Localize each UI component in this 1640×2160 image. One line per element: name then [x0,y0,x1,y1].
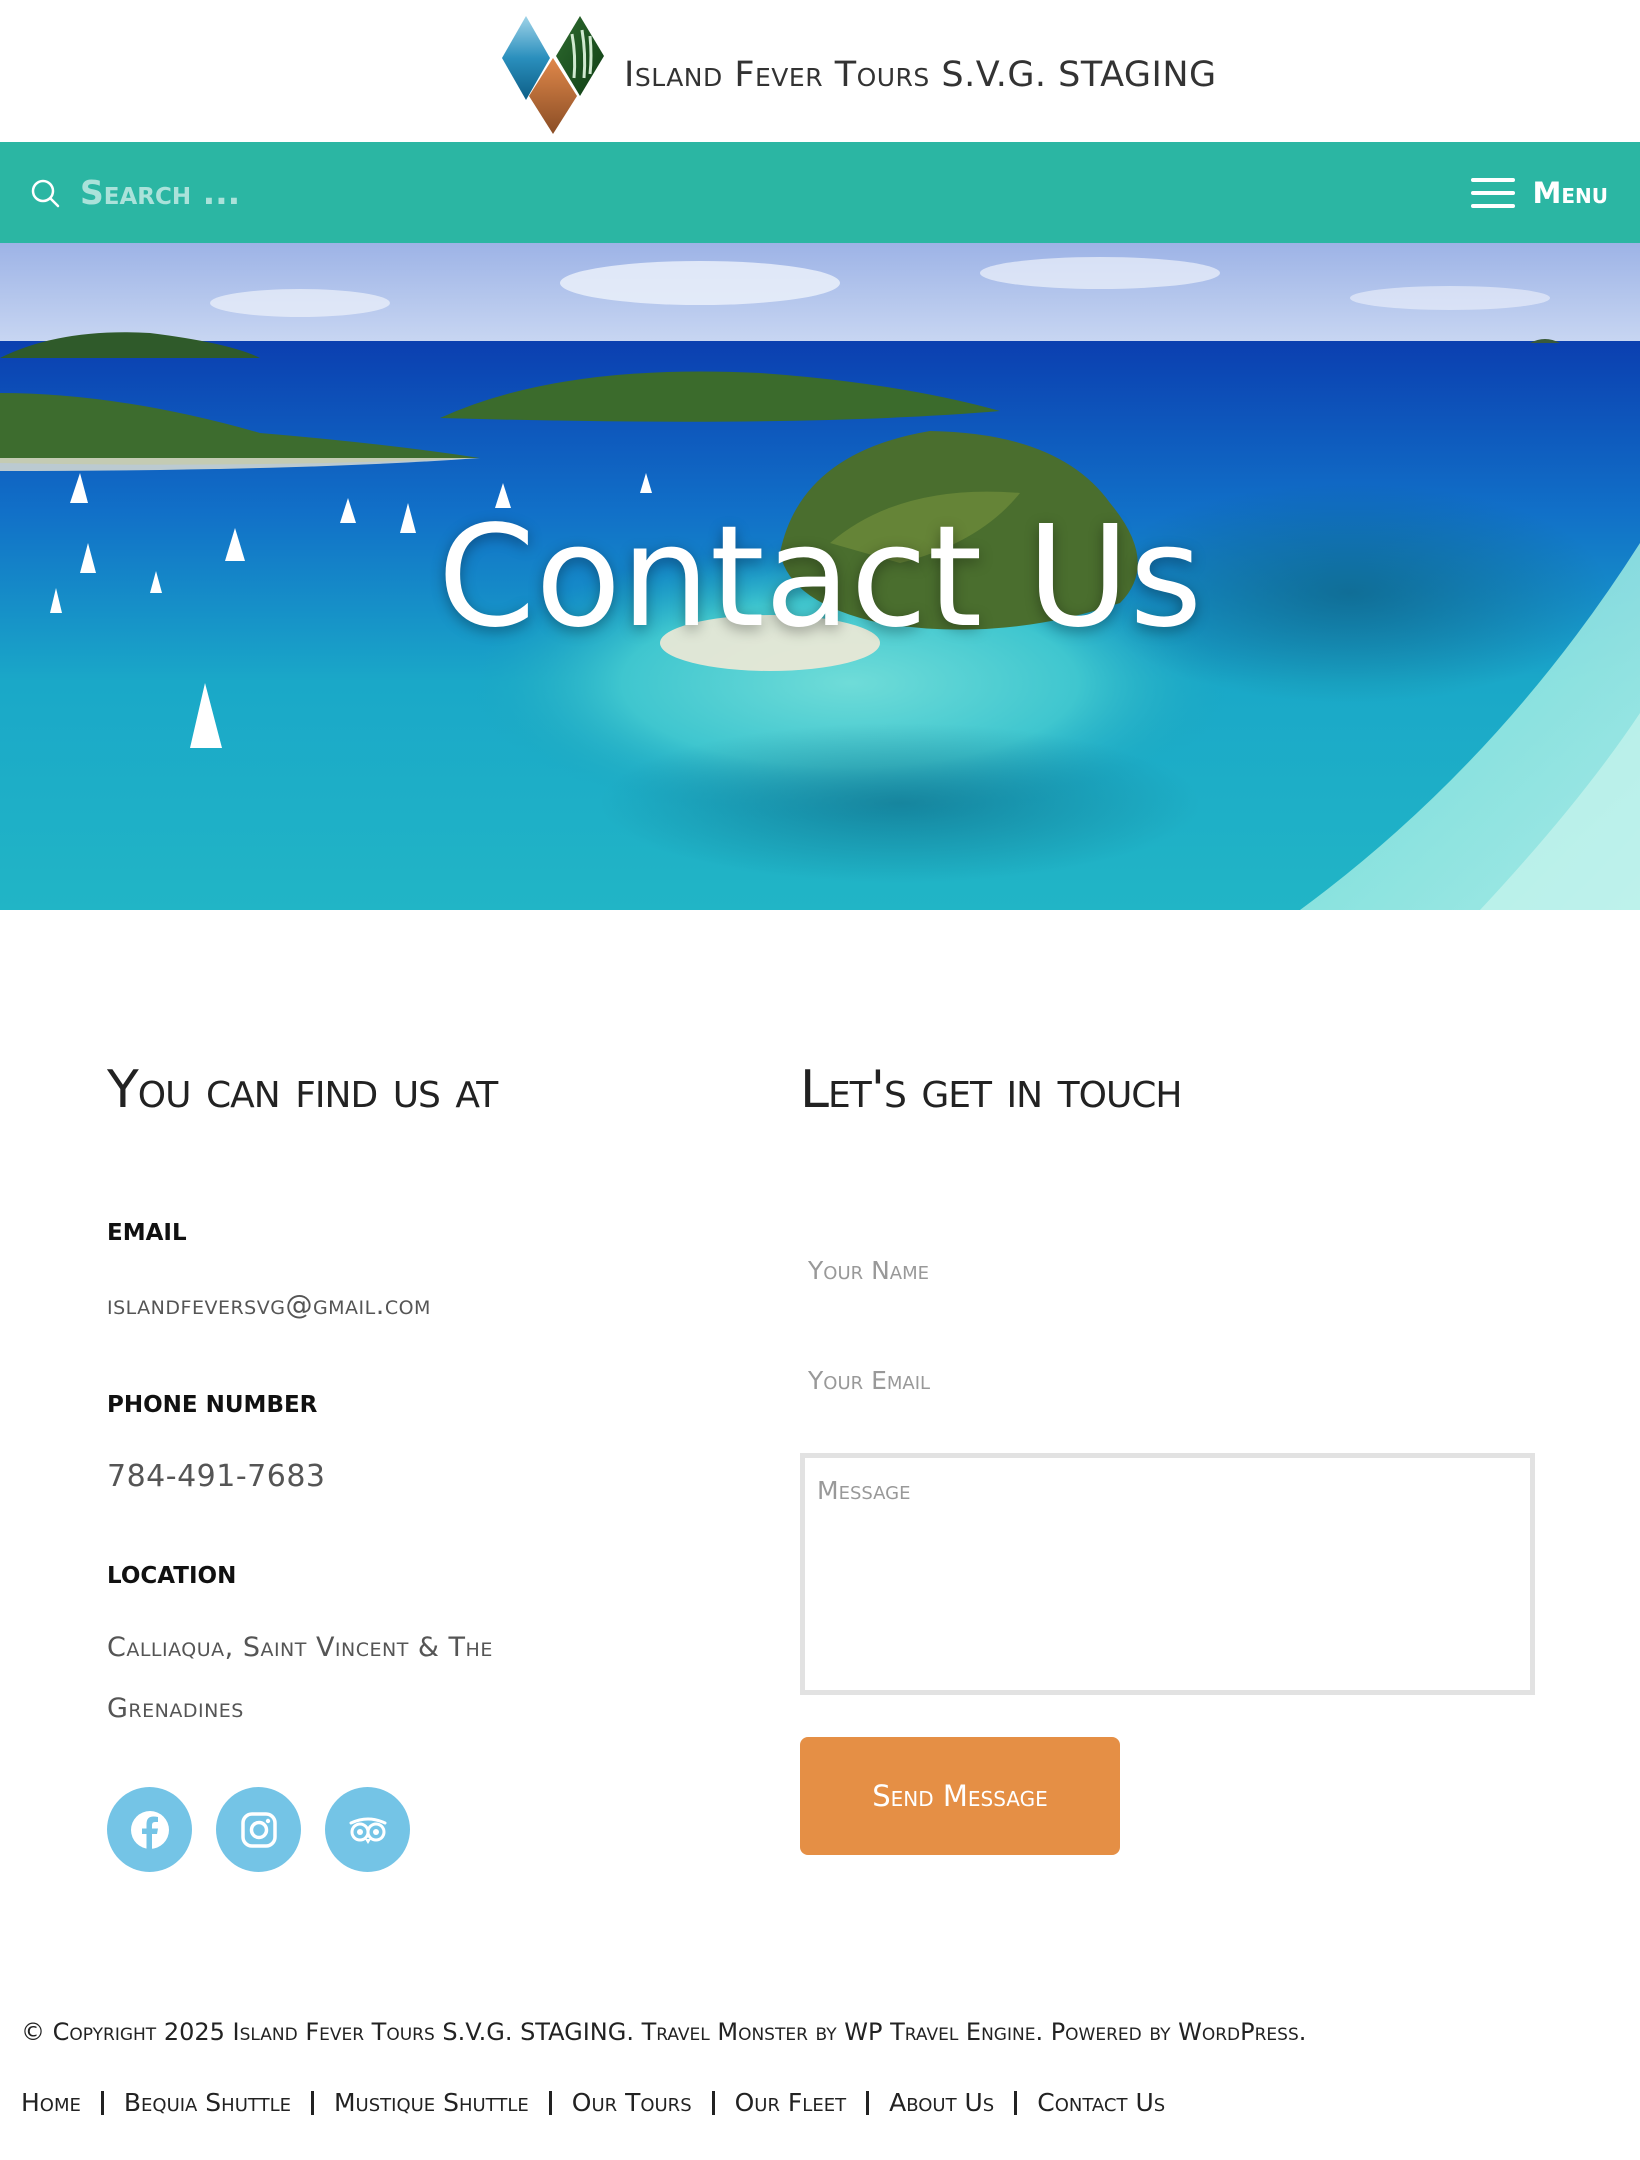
facebook-icon [130,1810,169,1849]
contact-info-heading: You can find us at [107,1060,498,1120]
email-input[interactable] [800,1352,1535,1408]
footer-link-contact-us[interactable]: Contact Us [1037,2088,1165,2117]
menu-label[interactable]: Menu [1533,176,1609,210]
instagram-link[interactable] [216,1787,301,1872]
hero-banner: Contact Us [0,243,1640,910]
site-branding: Island Fever Tours S.V.G. STAGING [502,16,1217,134]
contact-form-section: Let's get in touch Send Message [800,1060,1535,1855]
copyright-text: © Copyright 2025 Island Fever Tours S.V.… [21,2018,1307,2046]
location-label: LOCATION [107,1563,237,1589]
search-input[interactable] [78,172,502,213]
site-header: Island Fever Tours S.V.G. STAGING [0,0,1640,142]
contact-form-heading: Let's get in touch [800,1060,1183,1120]
hamburger-icon[interactable] [1470,176,1515,210]
footer-link-our-fleet[interactable]: Our Fleet [735,2088,846,2117]
message-textarea[interactable] [800,1453,1535,1695]
page-title: Contact Us [437,496,1203,659]
name-input[interactable] [800,1242,1535,1298]
tripadvisor-link[interactable] [325,1787,410,1872]
email-link[interactable]: islandfeversvg@gmail.com [107,1275,431,1336]
social-links [107,1787,410,1872]
footer-link-home[interactable]: Home [21,2088,81,2117]
footer-separator [866,2090,870,2115]
menu-toggle-button[interactable]: Menu [1470,142,1609,243]
send-message-button[interactable]: Send Message [800,1737,1120,1855]
footer-separator [1014,2090,1018,2115]
footer-separator [711,2090,715,2115]
location-line-2: Grenadines [107,1693,244,1724]
tripadvisor-icon [349,1817,386,1844]
facebook-link[interactable] [107,1787,192,1872]
contact-info-section: You can find us at EMAIL islandfeversvg@… [107,1060,647,1872]
footer-separator [100,2090,104,2115]
phone-label: PHONE NUMBER [107,1392,318,1418]
email-label: EMAIL [107,1220,187,1246]
location-line-1: Calliaqua, Saint Vincent & The [107,1632,493,1663]
footer-separator [310,2090,314,2115]
site-title[interactable]: Island Fever Tours S.V.G. STAGING [624,55,1217,95]
footer-separator [548,2090,552,2115]
main-navbar: Menu [0,142,1640,243]
footer-link-bequia-shuttle[interactable]: Bequia Shuttle [124,2088,291,2117]
footer-link-our-tours[interactable]: Our Tours [572,2088,692,2117]
instagram-icon [240,1811,277,1848]
phone-link[interactable]: 784-491-7683 [107,1446,326,1507]
footer-link-about-us[interactable]: About Us [889,2088,994,2117]
search-box[interactable] [30,142,502,243]
footer-link-mustique-shuttle[interactable]: Mustique Shuttle [334,2088,529,2117]
site-logo[interactable] [502,16,604,134]
search-icon[interactable] [30,178,60,208]
footer-nav: Home Bequia Shuttle Mustique Shuttle Our… [21,2088,1165,2117]
